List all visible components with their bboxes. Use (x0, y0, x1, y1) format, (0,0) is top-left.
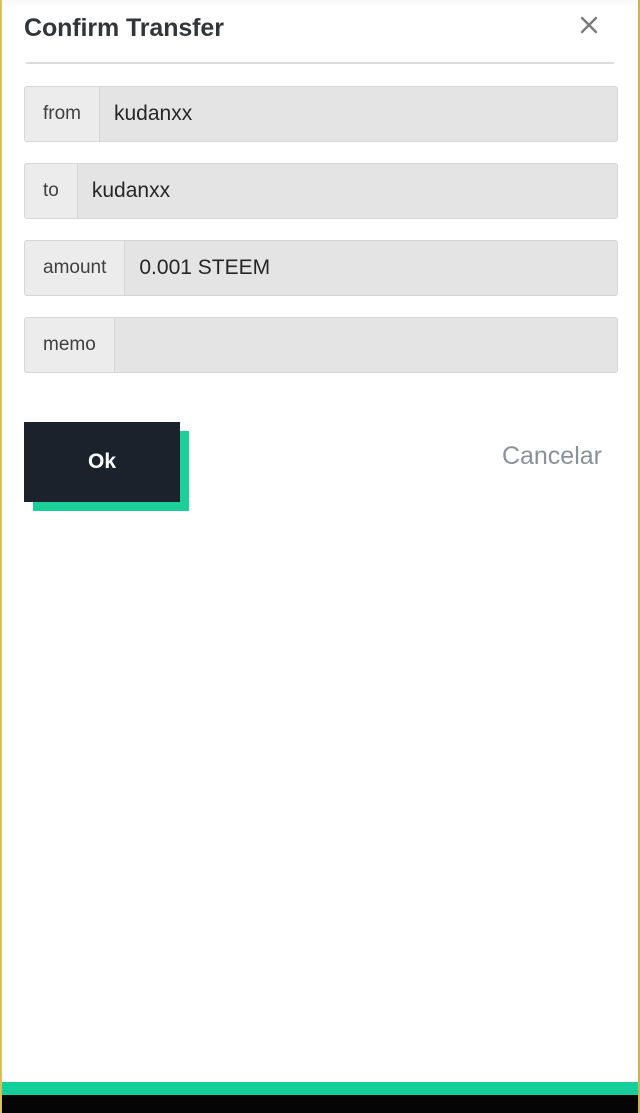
cancel-button[interactable]: Cancelar (502, 442, 602, 471)
field-value-to[interactable]: kudanxx (77, 164, 617, 218)
field-value-amount[interactable]: 0.001 STEEM (125, 241, 617, 295)
field-label-from: from (25, 87, 100, 141)
field-row-to[interactable]: to kudanxx (24, 163, 618, 219)
field-value-from[interactable]: kudanxx (100, 87, 617, 141)
bottom-accent-bar (2, 1082, 638, 1095)
bottom-system-bar (2, 1095, 638, 1113)
page-title: Confirm Transfer (24, 14, 224, 42)
field-row-memo[interactable]: memo (24, 317, 618, 373)
header-divider (26, 62, 614, 64)
close-icon[interactable] (572, 8, 606, 42)
dialog-header: Confirm Transfer (24, 0, 616, 62)
field-label-memo: memo (25, 318, 115, 372)
dialog-actions: Ok Cancelar (24, 422, 618, 518)
field-value-memo[interactable] (114, 318, 617, 372)
app-root: Confirm Transfer from kudanxx to kudanxx… (0, 0, 640, 1113)
confirm-transfer-dialog: Confirm Transfer from kudanxx to kudanxx… (2, 0, 638, 518)
field-label-to: to (25, 164, 78, 218)
confirm-button[interactable]: Ok (24, 422, 180, 502)
confirm-button-wrap: Ok (24, 422, 189, 511)
field-label-amount: amount (25, 241, 126, 295)
field-row-amount[interactable]: amount 0.001 STEEM (24, 240, 618, 296)
field-row-from[interactable]: from kudanxx (24, 86, 618, 142)
